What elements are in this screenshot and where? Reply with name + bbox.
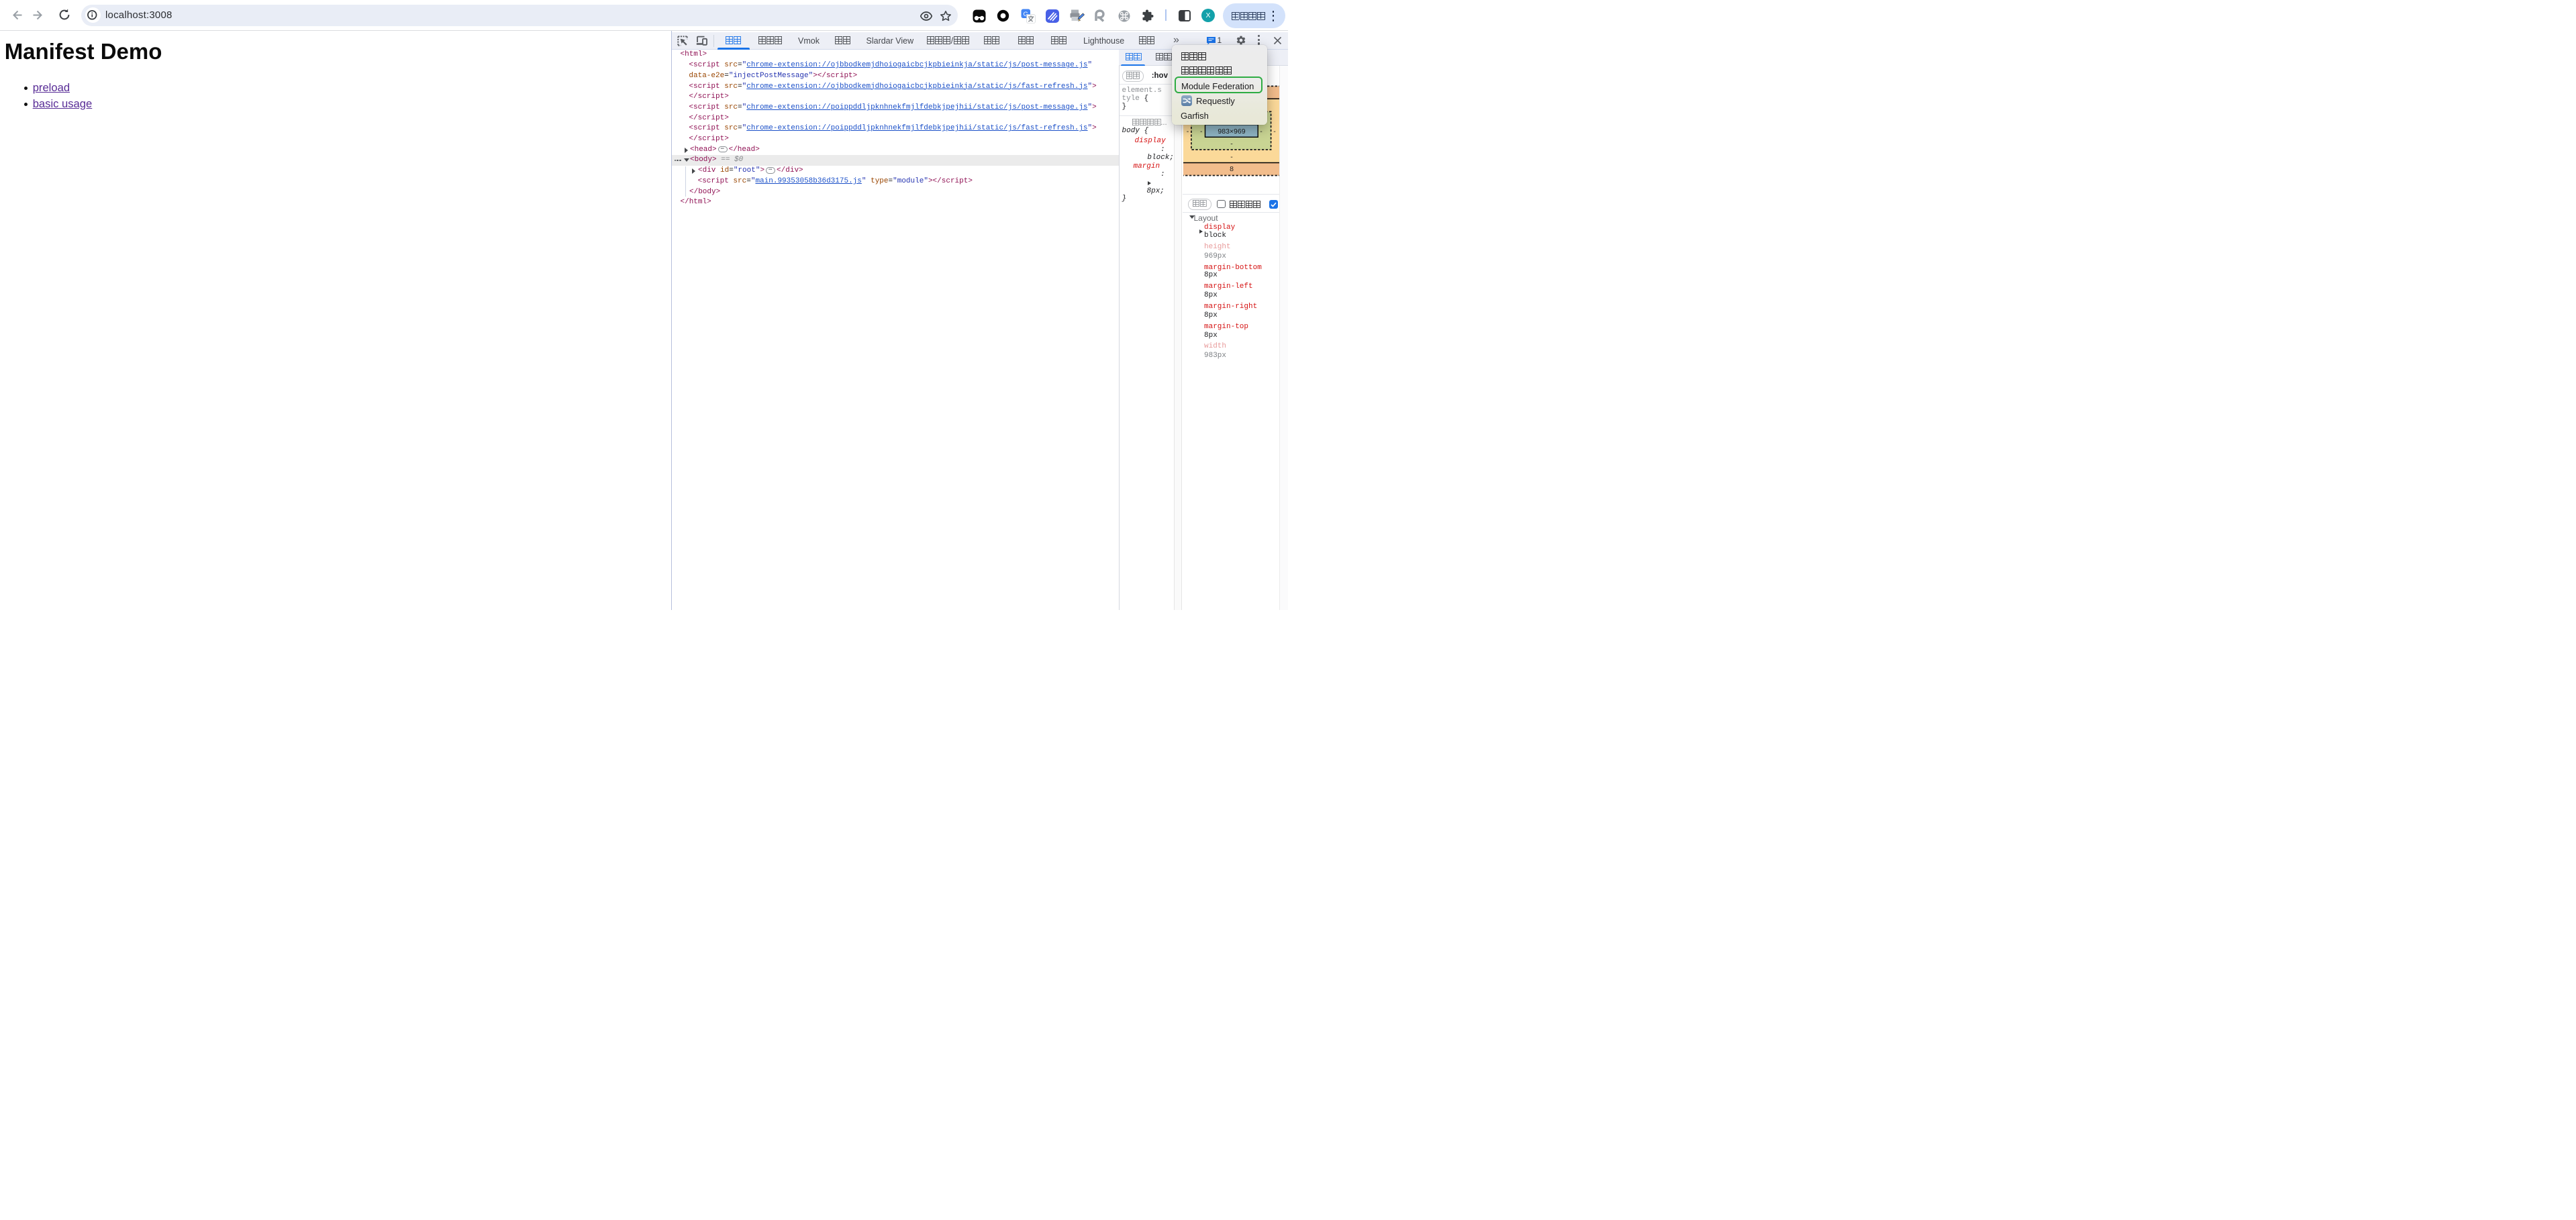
svg-text:-: - [1230, 153, 1233, 161]
svg-text:8: 8 [1230, 165, 1234, 173]
svg-text:983×969: 983×969 [1218, 128, 1245, 136]
svg-text:-: - [1260, 128, 1262, 136]
svg-text:-: - [1187, 128, 1189, 136]
svg-text:-: - [1200, 128, 1203, 136]
svg-text:-: - [1230, 140, 1233, 148]
svg-text:-: - [1273, 128, 1276, 136]
